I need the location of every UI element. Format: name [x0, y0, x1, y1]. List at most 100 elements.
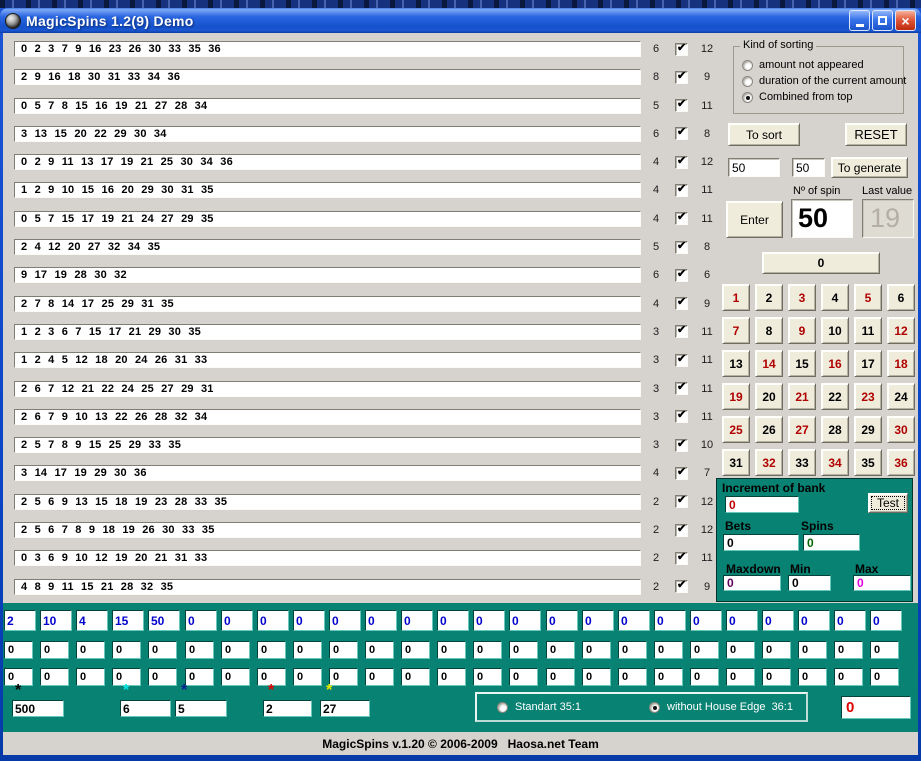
grid-cell[interactable] — [293, 641, 322, 659]
grid-cell[interactable] — [148, 668, 177, 686]
payout-option-no-house-edge[interactable]: without House Edge 36:1 — [649, 701, 793, 713]
grid-cell[interactable] — [726, 610, 758, 631]
number-button-6[interactable]: 6 — [887, 284, 915, 311]
grid-cell[interactable] — [509, 668, 538, 686]
grid-cell[interactable] — [690, 668, 719, 686]
chip-input[interactable] — [263, 700, 312, 717]
grid-cell[interactable] — [654, 668, 683, 686]
to-sort-button[interactable]: To sort — [728, 123, 800, 146]
number-button-29[interactable]: 29 — [854, 416, 882, 443]
max-input[interactable] — [853, 575, 911, 591]
grid-cell[interactable] — [329, 610, 361, 631]
grid-cell[interactable] — [726, 668, 755, 686]
grid-cell[interactable] — [401, 641, 430, 659]
grid-cell[interactable] — [473, 668, 502, 686]
number-button-19[interactable]: 19 — [722, 383, 750, 410]
grid-cell[interactable] — [221, 668, 250, 686]
bets-input[interactable] — [723, 534, 799, 551]
sequence-field[interactable]: 0 2 9 11 13 17 19 21 25 30 34 36 — [14, 154, 641, 170]
grid-cell[interactable] — [618, 641, 647, 659]
sequence-field[interactable]: 0 5 7 8 15 16 19 21 27 28 34 — [14, 98, 641, 114]
row-checkbox[interactable]: ✔ — [675, 439, 688, 452]
chip-input[interactable] — [175, 700, 227, 717]
row-checkbox[interactable]: ✔ — [675, 524, 688, 537]
grid-cell[interactable] — [618, 610, 650, 631]
number-button-15[interactable]: 15 — [788, 350, 816, 377]
grid-cell[interactable] — [4, 641, 33, 659]
grid-cell[interactable] — [834, 668, 863, 686]
grid-cell[interactable] — [401, 610, 433, 631]
grid-cell[interactable] — [257, 641, 286, 659]
number-button-24[interactable]: 24 — [887, 383, 915, 410]
row-checkbox[interactable]: ✔ — [675, 297, 688, 310]
grid-cell[interactable] — [437, 641, 466, 659]
grid-cell[interactable] — [509, 610, 541, 631]
grid-cell[interactable] — [762, 668, 791, 686]
number-button-32[interactable]: 32 — [755, 449, 783, 476]
number-button-7[interactable]: 7 — [722, 317, 750, 344]
number-button-31[interactable]: 31 — [722, 449, 750, 476]
grid-cell[interactable] — [40, 668, 69, 686]
grid-cell[interactable] — [618, 668, 647, 686]
row-checkbox[interactable]: ✔ — [675, 382, 688, 395]
grid-cell[interactable] — [293, 668, 322, 686]
sequence-field[interactable]: 2 6 7 9 10 13 22 26 28 32 34 — [14, 409, 641, 425]
number-button-16[interactable]: 16 — [821, 350, 849, 377]
sorting-option-duration[interactable]: duration of the current amount — [742, 75, 906, 87]
spins-input[interactable] — [803, 534, 860, 551]
grid-cell[interactable] — [293, 610, 325, 631]
number-button-21[interactable]: 21 — [788, 383, 816, 410]
grid-cell[interactable] — [4, 610, 36, 631]
grid-cell[interactable] — [870, 641, 899, 659]
grid-cell[interactable] — [654, 641, 683, 659]
close-button[interactable]: × — [895, 10, 916, 31]
grid-cell[interactable] — [582, 641, 611, 659]
sequence-field[interactable]: 4 8 9 11 15 21 28 32 35 — [14, 579, 641, 595]
sequence-field[interactable]: 0 2 3 7 9 16 23 26 30 33 35 36 — [14, 41, 641, 57]
grid-cell[interactable] — [870, 610, 902, 631]
number-button-9[interactable]: 9 — [788, 317, 816, 344]
grid-cell[interactable] — [654, 610, 686, 631]
grid-cell[interactable] — [546, 610, 578, 631]
number-button-8[interactable]: 8 — [755, 317, 783, 344]
grid-cell[interactable] — [329, 668, 358, 686]
maxdown-input[interactable] — [723, 575, 781, 591]
enter-button[interactable]: Enter — [726, 201, 783, 238]
sequence-field[interactable]: 1 2 3 6 7 15 17 21 29 30 35 — [14, 324, 641, 340]
row-checkbox[interactable]: ✔ — [675, 212, 688, 225]
number-button-1[interactable]: 1 — [722, 284, 750, 311]
minimize-button[interactable] — [849, 10, 870, 31]
test-button[interactable]: Test — [868, 493, 908, 513]
sequence-field[interactable]: 3 14 17 19 29 30 36 — [14, 465, 641, 481]
number-button-5[interactable]: 5 — [854, 284, 882, 311]
grid-cell[interactable] — [690, 610, 722, 631]
number-button-28[interactable]: 28 — [821, 416, 849, 443]
reset-button[interactable]: RESET — [845, 123, 907, 146]
grid-cell[interactable] — [185, 668, 214, 686]
grid-cell[interactable] — [509, 641, 538, 659]
grid-cell[interactable] — [762, 610, 794, 631]
increment-input[interactable] — [725, 496, 799, 513]
row-checkbox[interactable]: ✔ — [675, 43, 688, 56]
number-button-14[interactable]: 14 — [755, 350, 783, 377]
grid-cell[interactable] — [582, 610, 614, 631]
radio-combined-from-top[interactable] — [742, 92, 753, 103]
row-checkbox[interactable]: ✔ — [675, 354, 688, 367]
grid-cell[interactable] — [401, 668, 430, 686]
grid-cell[interactable] — [148, 641, 177, 659]
number-button-2[interactable]: 2 — [755, 284, 783, 311]
grid-cell[interactable] — [185, 641, 214, 659]
sequence-field[interactable]: 2 4 12 20 27 32 34 35 — [14, 239, 641, 255]
grid-cell[interactable] — [798, 668, 827, 686]
sequence-field[interactable]: 1 2 4 5 12 18 20 24 26 31 33 — [14, 352, 641, 368]
grid-cell[interactable] — [834, 610, 866, 631]
number-button-35[interactable]: 35 — [854, 449, 882, 476]
row-checkbox[interactable]: ✔ — [675, 184, 688, 197]
sorting-option-combined[interactable]: Combined from top — [742, 91, 853, 103]
grid-cell[interactable] — [870, 668, 899, 686]
number-button-12[interactable]: 12 — [887, 317, 915, 344]
grid-cell[interactable] — [257, 610, 289, 631]
grid-cell[interactable] — [185, 610, 217, 631]
row-checkbox[interactable]: ✔ — [675, 325, 688, 338]
grid-cell[interactable] — [834, 641, 863, 659]
